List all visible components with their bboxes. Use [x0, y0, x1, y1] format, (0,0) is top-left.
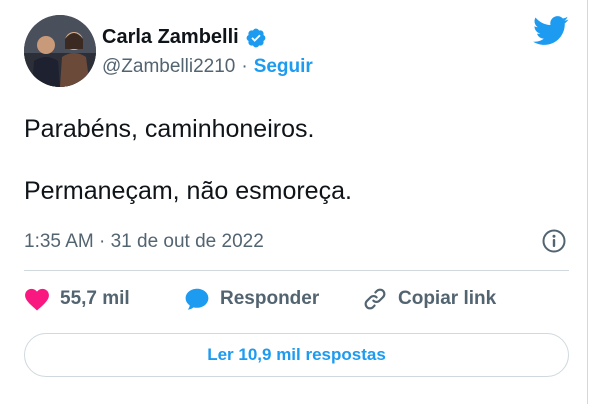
action-bar: 55,7 mil Responder Copiar link	[24, 286, 496, 312]
twitter-bird-icon[interactable]	[533, 16, 569, 46]
separator-dot: ·	[241, 56, 248, 77]
reply-label: Responder	[220, 288, 320, 309]
tweet-timestamp[interactable]: 1:35 AM · 31 de out de 2022	[24, 231, 264, 253]
copy-link-label: Copiar link	[398, 288, 497, 309]
info-icon[interactable]	[541, 228, 567, 254]
user-handle[interactable]: @Zambelli2210	[102, 56, 235, 78]
link-icon	[362, 286, 388, 312]
avatar[interactable]	[24, 15, 96, 87]
display-name[interactable]: Carla Zambelli	[102, 26, 239, 49]
like-button[interactable]: 55,7 mil	[24, 287, 184, 311]
name-row: Carla Zambelli	[102, 26, 267, 49]
reply-button[interactable]: Responder	[184, 287, 362, 311]
divider	[24, 270, 569, 271]
reply-bubble-icon	[184, 287, 210, 311]
tweet-card: Carla Zambelli @Zambelli2210 · Seguir Pa…	[0, 0, 588, 404]
follow-button[interactable]: Seguir	[254, 56, 313, 78]
heart-icon	[24, 287, 50, 311]
tweet-text: Parabéns, caminhoneiros. Permaneçam, não…	[24, 113, 352, 207]
tweet-line: Permaneçam, não esmoreça.	[24, 177, 352, 205]
copy-link-button[interactable]: Copiar link	[362, 286, 496, 312]
read-replies-button[interactable]: Ler 10,9 mil respostas	[24, 333, 569, 377]
tweet-line: Parabéns, caminhoneiros.	[24, 115, 315, 143]
like-count: 55,7 mil	[60, 288, 130, 309]
verified-badge-icon	[245, 27, 267, 49]
handle-row: @Zambelli2210 · Seguir	[102, 56, 313, 78]
